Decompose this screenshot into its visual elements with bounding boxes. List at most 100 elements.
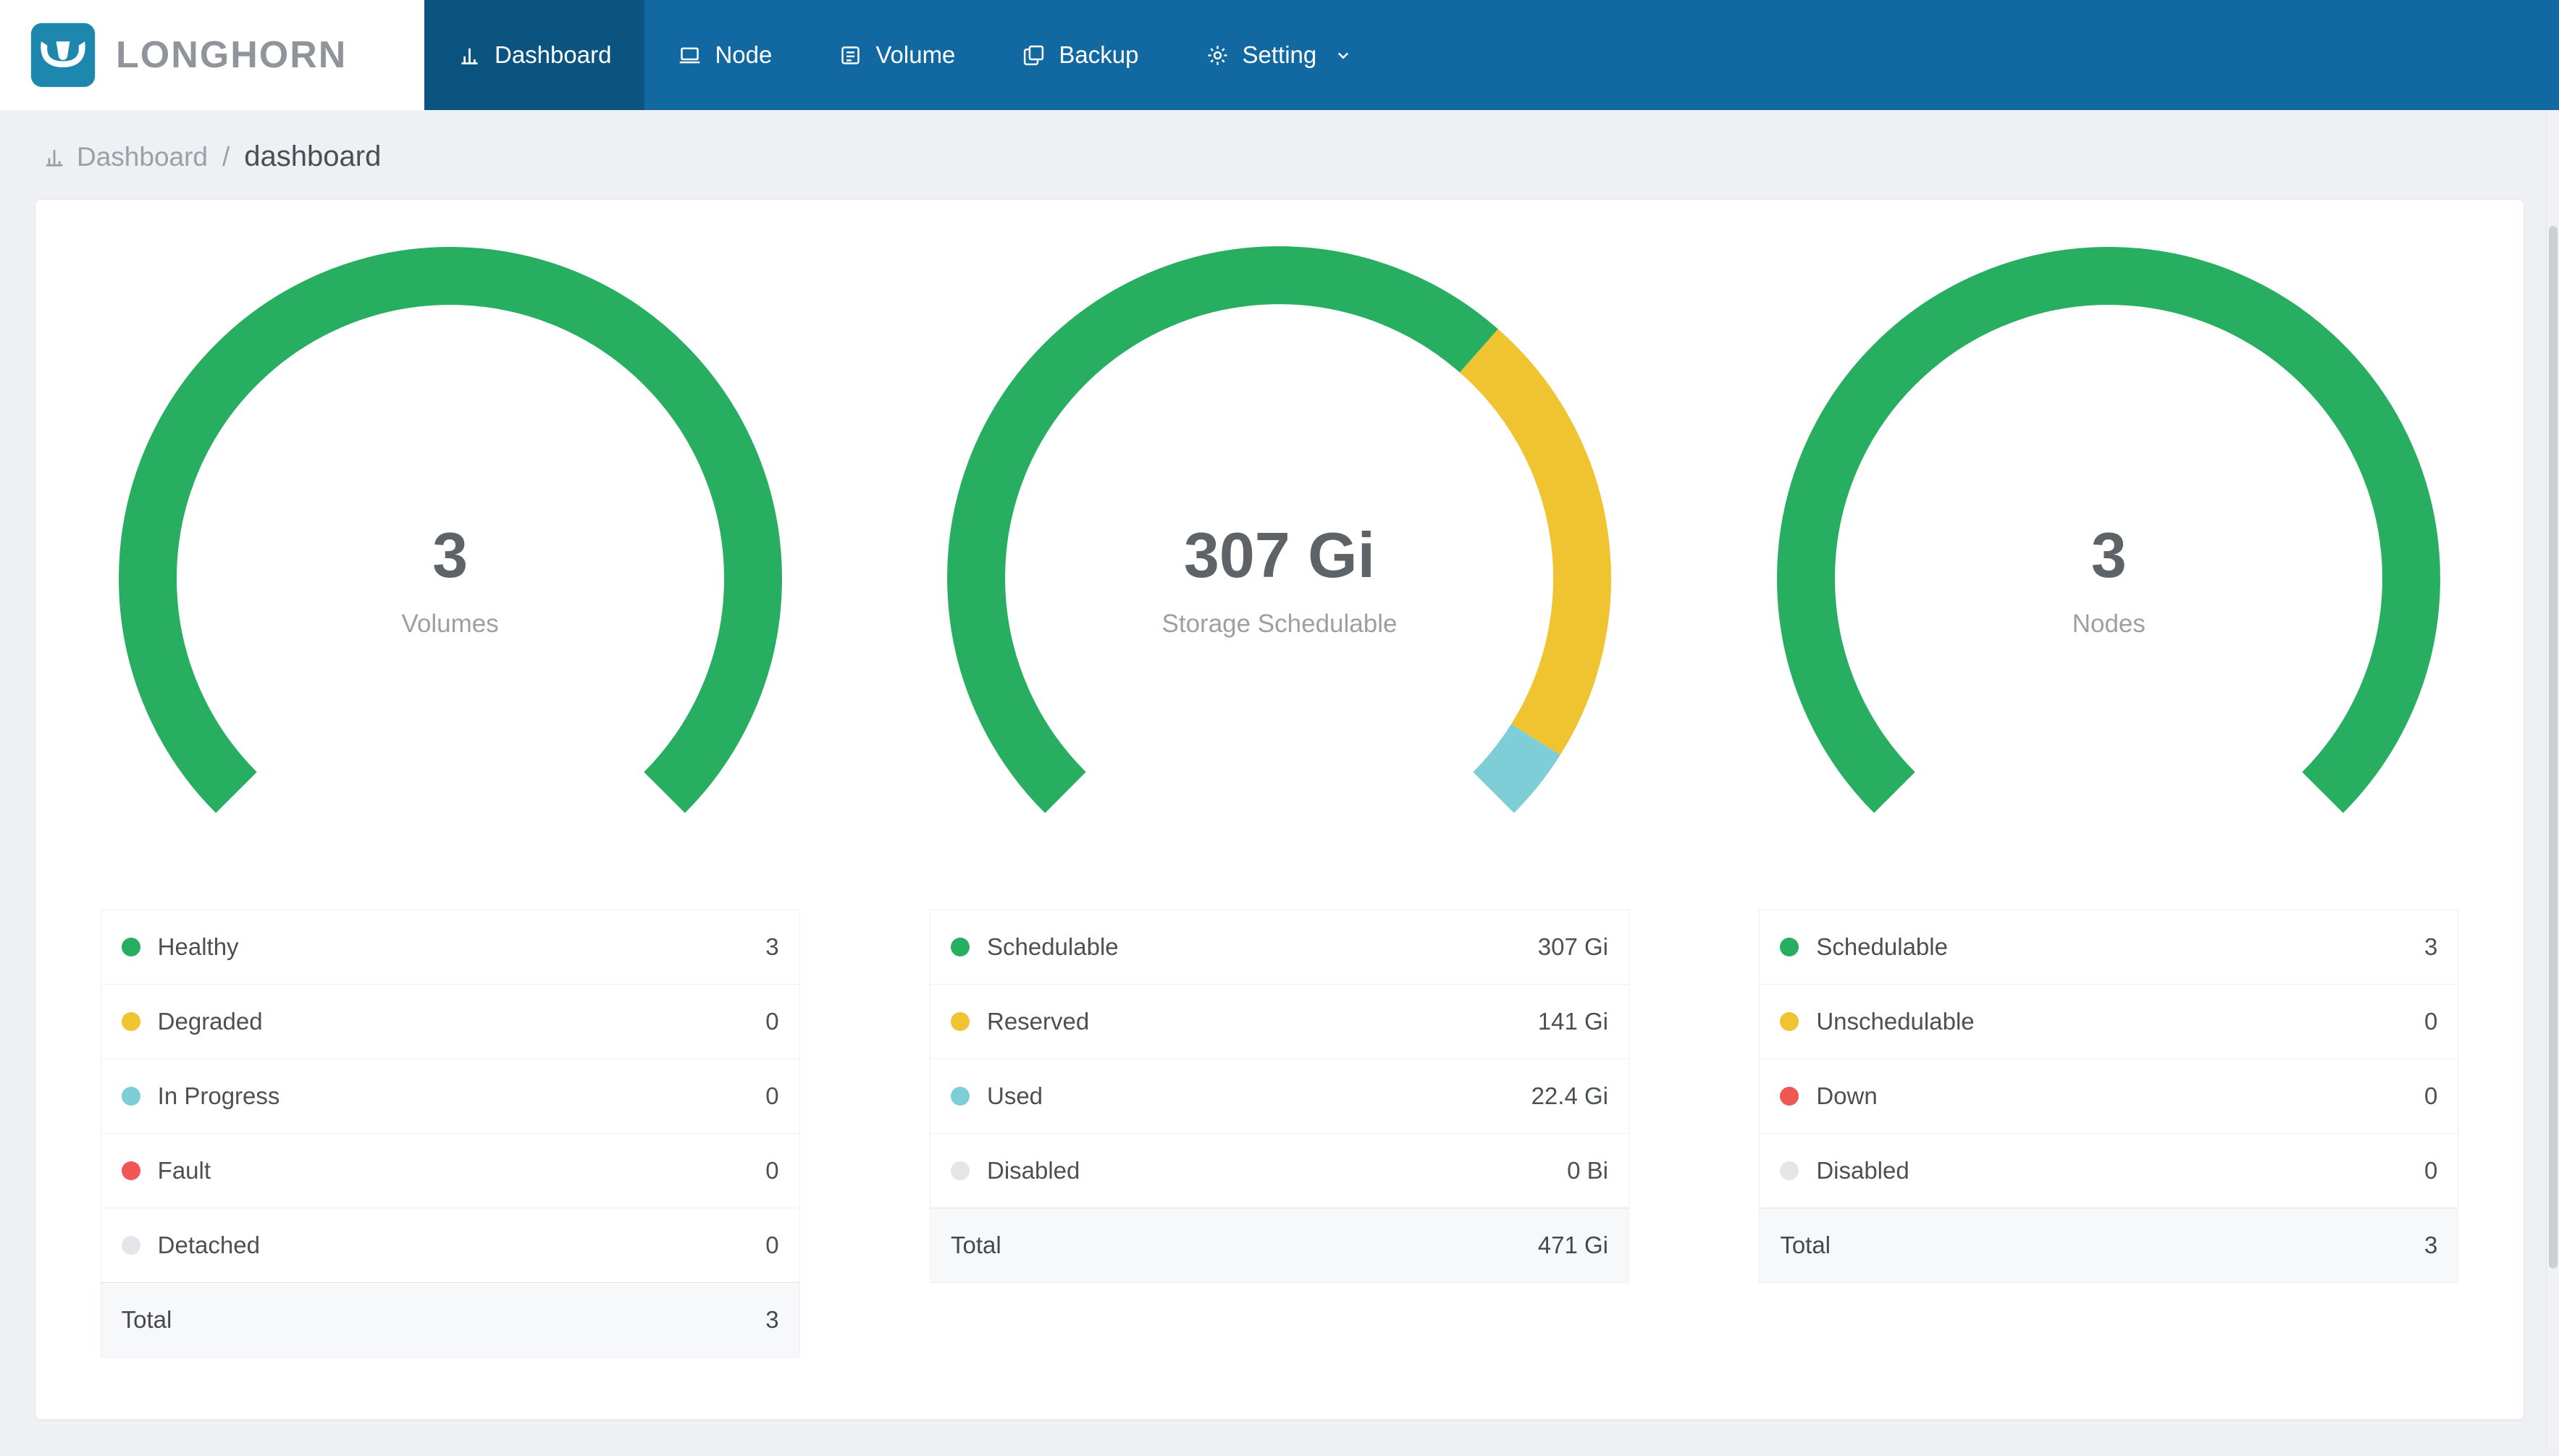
nodes-legend-table: Schedulable3Unschedulable0Down0Disabled0… (1759, 909, 2458, 1283)
legend-value: 307 Gi (1538, 933, 1608, 961)
legend-row: Disabled0 (1760, 1134, 2458, 1208)
volumes-gauge: 3 Volumes (112, 240, 789, 819)
legend-value: 0 (2424, 1008, 2437, 1035)
gauge-segment-used (1494, 739, 1536, 792)
legend-color-dot (122, 1236, 140, 1255)
legend-label: Down (1816, 1082, 2424, 1110)
storage-gauge: 307 Gi Storage Schedulable (941, 240, 1618, 819)
legend-row: Fault0 (101, 1134, 799, 1208)
backup-icon (1022, 43, 1046, 67)
legend-label: Reserved (987, 1008, 1538, 1035)
nav-item-setting[interactable]: Setting (1172, 0, 1388, 110)
legend-row: Healthy3 (101, 910, 799, 985)
nodes-gauge-section: 3 Nodes Schedulable3Unschedulable0Down0D… (1694, 240, 2524, 1358)
legend-value: 22.4 Gi (1531, 1082, 1608, 1110)
longhorn-bull-icon (29, 21, 97, 89)
volumes-gauge-section: 3 Volumes Healthy3Degraded0In Progress0F… (35, 240, 865, 1358)
legend-color-dot (122, 1161, 140, 1180)
legend-value: 0 (765, 1157, 778, 1184)
chevron-down-icon (1332, 44, 1354, 66)
breadcrumb-chart-icon (42, 145, 67, 169)
top-navbar: LONGHORN Dashboard Node Volume Backup Se… (0, 0, 2559, 110)
legend-color-dot (122, 1087, 140, 1106)
legend-label: Fault (158, 1157, 766, 1184)
legend-value: 3 (765, 933, 778, 961)
legend-label: Schedulable (1816, 933, 2424, 961)
legend-row: Unschedulable0 (1760, 985, 2458, 1059)
nav-label: Backup (1059, 41, 1138, 69)
dashboard-icon (458, 43, 482, 67)
legend-color-dot (1780, 938, 1799, 956)
legend-color-dot (951, 1087, 970, 1106)
legend-color-dot (122, 1012, 140, 1031)
volumes-legend-table: Healthy3Degraded0In Progress0Fault0Detac… (101, 909, 800, 1358)
breadcrumb-root[interactable]: Dashboard (77, 142, 208, 172)
legend-total-label: Total (1780, 1232, 2424, 1259)
nav-label: Volume (875, 41, 955, 69)
legend-label: Healthy (158, 933, 766, 961)
nav-label: Node (715, 41, 772, 69)
legend-row: Degraded0 (101, 985, 799, 1059)
gauge-segment-schedulable (976, 275, 1479, 792)
legend-row: In Progress0 (101, 1059, 799, 1134)
longhorn-logo[interactable]: LONGHORN (0, 0, 424, 110)
nodes-gauge-chart (1770, 240, 2447, 819)
nav-item-node[interactable]: Node (644, 0, 805, 110)
legend-label: In Progress (158, 1082, 766, 1110)
legend-label: Degraded (158, 1008, 766, 1035)
legend-label: Used (987, 1082, 1531, 1110)
legend-color-dot (951, 938, 970, 956)
legend-label: Unschedulable (1816, 1008, 2424, 1035)
legend-color-dot (122, 938, 140, 956)
gauge-segment-schedulable (1806, 276, 2411, 793)
nav-item-backup[interactable]: Backup (988, 0, 1172, 110)
scrollbar-thumb[interactable] (2549, 226, 2558, 1268)
legend-row: Detached0 (101, 1208, 799, 1282)
gauges-row: 3 Volumes Healthy3Degraded0In Progress0F… (35, 240, 2524, 1358)
nav-item-dashboard[interactable]: Dashboard (424, 0, 644, 110)
volume-icon (839, 43, 862, 67)
brand-name: LONGHORN (116, 33, 347, 77)
legend-value: 141 Gi (1538, 1008, 1608, 1035)
legend-value: 0 (2424, 1082, 2437, 1110)
legend-value: 0 (765, 1232, 778, 1259)
scrollbar-track[interactable] (2546, 110, 2559, 1447)
setting-gear-icon (1206, 43, 1230, 67)
gauge-segment-reserved (1479, 351, 1582, 740)
gauge-segment-healthy (148, 276, 753, 793)
legend-color-dot (1780, 1012, 1799, 1031)
breadcrumb-separator: / (222, 142, 230, 172)
storage-gauge-section: 307 Gi Storage Schedulable Schedulable30… (865, 240, 1694, 1358)
legend-color-dot (1780, 1161, 1799, 1180)
dashboard-card: 3 Volumes Healthy3Degraded0In Progress0F… (35, 199, 2524, 1420)
legend-label: Schedulable (987, 933, 1538, 961)
legend-total-row: Total471 Gi (930, 1208, 1629, 1282)
nav-item-volume[interactable]: Volume (805, 0, 988, 110)
breadcrumb-current: dashboard (244, 140, 381, 173)
legend-label: Disabled (1816, 1157, 2424, 1184)
legend-label: Detached (158, 1232, 766, 1259)
legend-value: 0 Bi (1567, 1157, 1608, 1184)
nav-label: Setting (1243, 41, 1317, 69)
legend-row: Disabled0 Bi (930, 1134, 1629, 1208)
legend-row: Schedulable3 (1760, 910, 2458, 985)
legend-color-dot (951, 1161, 970, 1180)
storage-gauge-chart (941, 240, 1618, 819)
legend-total-label: Total (122, 1306, 766, 1334)
legend-value: 0 (765, 1008, 778, 1035)
legend-total-value: 3 (765, 1306, 778, 1334)
legend-row: Down0 (1760, 1059, 2458, 1134)
volumes-gauge-chart (112, 240, 789, 819)
legend-label: Disabled (987, 1157, 1567, 1184)
legend-total-value: 471 Gi (1538, 1232, 1608, 1259)
legend-total-row: Total3 (1760, 1208, 2458, 1282)
legend-value: 3 (2424, 933, 2437, 961)
nodes-gauge: 3 Nodes (1770, 240, 2447, 819)
legend-row: Schedulable307 Gi (930, 910, 1629, 985)
legend-value: 0 (2424, 1157, 2437, 1184)
legend-row: Used22.4 Gi (930, 1059, 1629, 1134)
nav-label: Dashboard (495, 41, 611, 69)
legend-total-label: Total (951, 1232, 1538, 1259)
legend-total-row: Total3 (101, 1282, 799, 1357)
legend-total-value: 3 (2424, 1232, 2437, 1259)
